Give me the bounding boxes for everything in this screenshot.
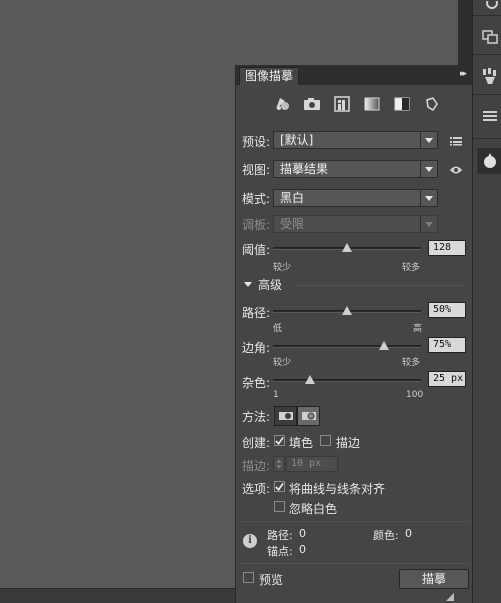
low-color-icon[interactable] (330, 95, 354, 113)
paths-max-label: 高 (413, 324, 423, 334)
mode-label: 模式: (242, 192, 271, 206)
eye-icon[interactable] (448, 162, 464, 178)
paths-slider-thumb[interactable] (342, 306, 352, 315)
stats-colors-label: 颜色: (373, 529, 399, 542)
advanced-title: 高级 (258, 278, 283, 292)
preview-checkbox[interactable] (243, 572, 254, 583)
view-label: 视图: (242, 163, 271, 177)
trace-button[interactable]: 描摹 (399, 569, 469, 589)
noise-label: 杂色: (242, 376, 271, 390)
chevron-down-icon (420, 132, 437, 148)
corners-max-label: 较多 (402, 358, 421, 368)
artboards-icon[interactable] (477, 25, 501, 49)
checkmark-icon (275, 482, 284, 491)
libraries-icon[interactable] (477, 0, 501, 14)
corners-min-label: 较少 (273, 358, 292, 368)
paths-label: 路径: (242, 306, 271, 320)
threshold-slider-thumb[interactable] (342, 243, 352, 252)
high-color-icon[interactable] (300, 95, 324, 113)
preview-label: 预览 (259, 573, 284, 587)
mode-value: 黑白 (280, 191, 305, 205)
disclosure-triangle-icon (244, 281, 252, 287)
paths-min-label: 低 (273, 324, 283, 334)
ignore-white-label: 忽略白色 (289, 502, 338, 516)
preset-list-icon[interactable] (448, 133, 464, 149)
palette-value: 受限 (280, 217, 305, 231)
stats-anchors-label: 锚点: (267, 545, 293, 558)
chevron-down-icon (420, 216, 437, 232)
method-label: 方法: (242, 410, 271, 424)
image-trace-panel-icon[interactable] (477, 148, 501, 174)
preset-value: [默认] (280, 133, 314, 147)
noise-slider-thumb[interactable] (305, 375, 315, 384)
divider (240, 521, 469, 522)
mode-dropdown[interactable]: 黑白 (273, 189, 438, 207)
layers-icon[interactable] (477, 104, 501, 128)
stroke-checkbox[interactable] (320, 435, 331, 446)
threshold-input[interactable]: 128 (428, 240, 466, 256)
stroke-label: 描边 (336, 436, 361, 450)
stats-paths-label: 路径: (267, 529, 293, 542)
outline-icon[interactable] (420, 95, 444, 113)
brushes-icon[interactable] (477, 64, 501, 88)
palette-dropdown: 受限 (273, 215, 438, 233)
preset-label: 预设: (242, 135, 271, 149)
image-trace-panel: 图像描摹 ▸▸ 预设: [默认] 视图: 描摹结果 模式: 黑白 调板: 受限 … (235, 65, 472, 603)
create-label: 创建: (242, 436, 271, 450)
corners-label: 边角: (242, 341, 271, 355)
panel-tab-image-trace[interactable]: 图像描摹 (239, 67, 299, 85)
panel-menu-icon[interactable]: ▸▸ (460, 69, 467, 79)
grayscale-icon[interactable] (360, 95, 384, 113)
noise-min-label: 1 (273, 390, 279, 400)
noise-input[interactable]: 25 px (428, 371, 466, 387)
paths-input[interactable]: 50% (428, 302, 466, 318)
chevron-down-icon (420, 161, 437, 177)
resize-grip-icon[interactable] (446, 593, 454, 601)
method-toggle-group (274, 406, 320, 426)
threshold-label: 阈值: (242, 243, 271, 257)
right-tool-strip (472, 0, 501, 603)
corners-slider-thumb[interactable] (379, 341, 389, 350)
stats-colors-value: 0 (405, 527, 412, 540)
preset-buttons (270, 95, 444, 113)
noise-max-label: 100 (406, 390, 424, 400)
method-overlapping-button[interactable] (297, 406, 320, 426)
method-abutting-button[interactable] (274, 406, 297, 426)
advanced-toggle[interactable]: 高级 (244, 276, 282, 293)
view-value: 描摹结果 (280, 162, 329, 176)
ignore-white-checkbox[interactable] (274, 501, 285, 512)
info-icon: i (243, 534, 257, 548)
snap-curves-checkbox[interactable] (274, 481, 285, 492)
checkmark-icon (275, 436, 284, 445)
palette-label: 调板: (242, 218, 271, 232)
stroke-width-stepper (273, 456, 285, 472)
chevron-down-icon (420, 190, 437, 206)
fill-label: 填色 (289, 436, 314, 450)
stroke-width-input: 10 px (286, 456, 338, 472)
section-divider (294, 285, 466, 286)
panel-tab-bar: 图像描摹 ▸▸ (236, 65, 472, 85)
stats-anchors-value: 0 (299, 543, 306, 556)
fill-checkbox[interactable] (274, 435, 285, 446)
noise-slider[interactable] (273, 379, 421, 382)
threshold-max-label: 较多 (402, 263, 421, 273)
snap-curves-label: 将曲线与线条对齐 (289, 482, 386, 496)
corners-input[interactable]: 75% (428, 337, 466, 353)
threshold-min-label: 较少 (273, 263, 292, 273)
corners-slider[interactable] (273, 345, 421, 348)
stepper-arrows-icon (276, 459, 282, 469)
black-white-icon[interactable] (390, 95, 414, 113)
options-label: 选项: (242, 482, 271, 496)
auto-color-icon[interactable] (270, 95, 294, 113)
divider (240, 563, 469, 564)
preset-dropdown[interactable]: [默认] (273, 131, 438, 149)
view-dropdown[interactable]: 描摹结果 (273, 160, 438, 178)
stats-paths-value: 0 (299, 527, 306, 540)
stroke-width-label: 描边: (242, 459, 271, 473)
